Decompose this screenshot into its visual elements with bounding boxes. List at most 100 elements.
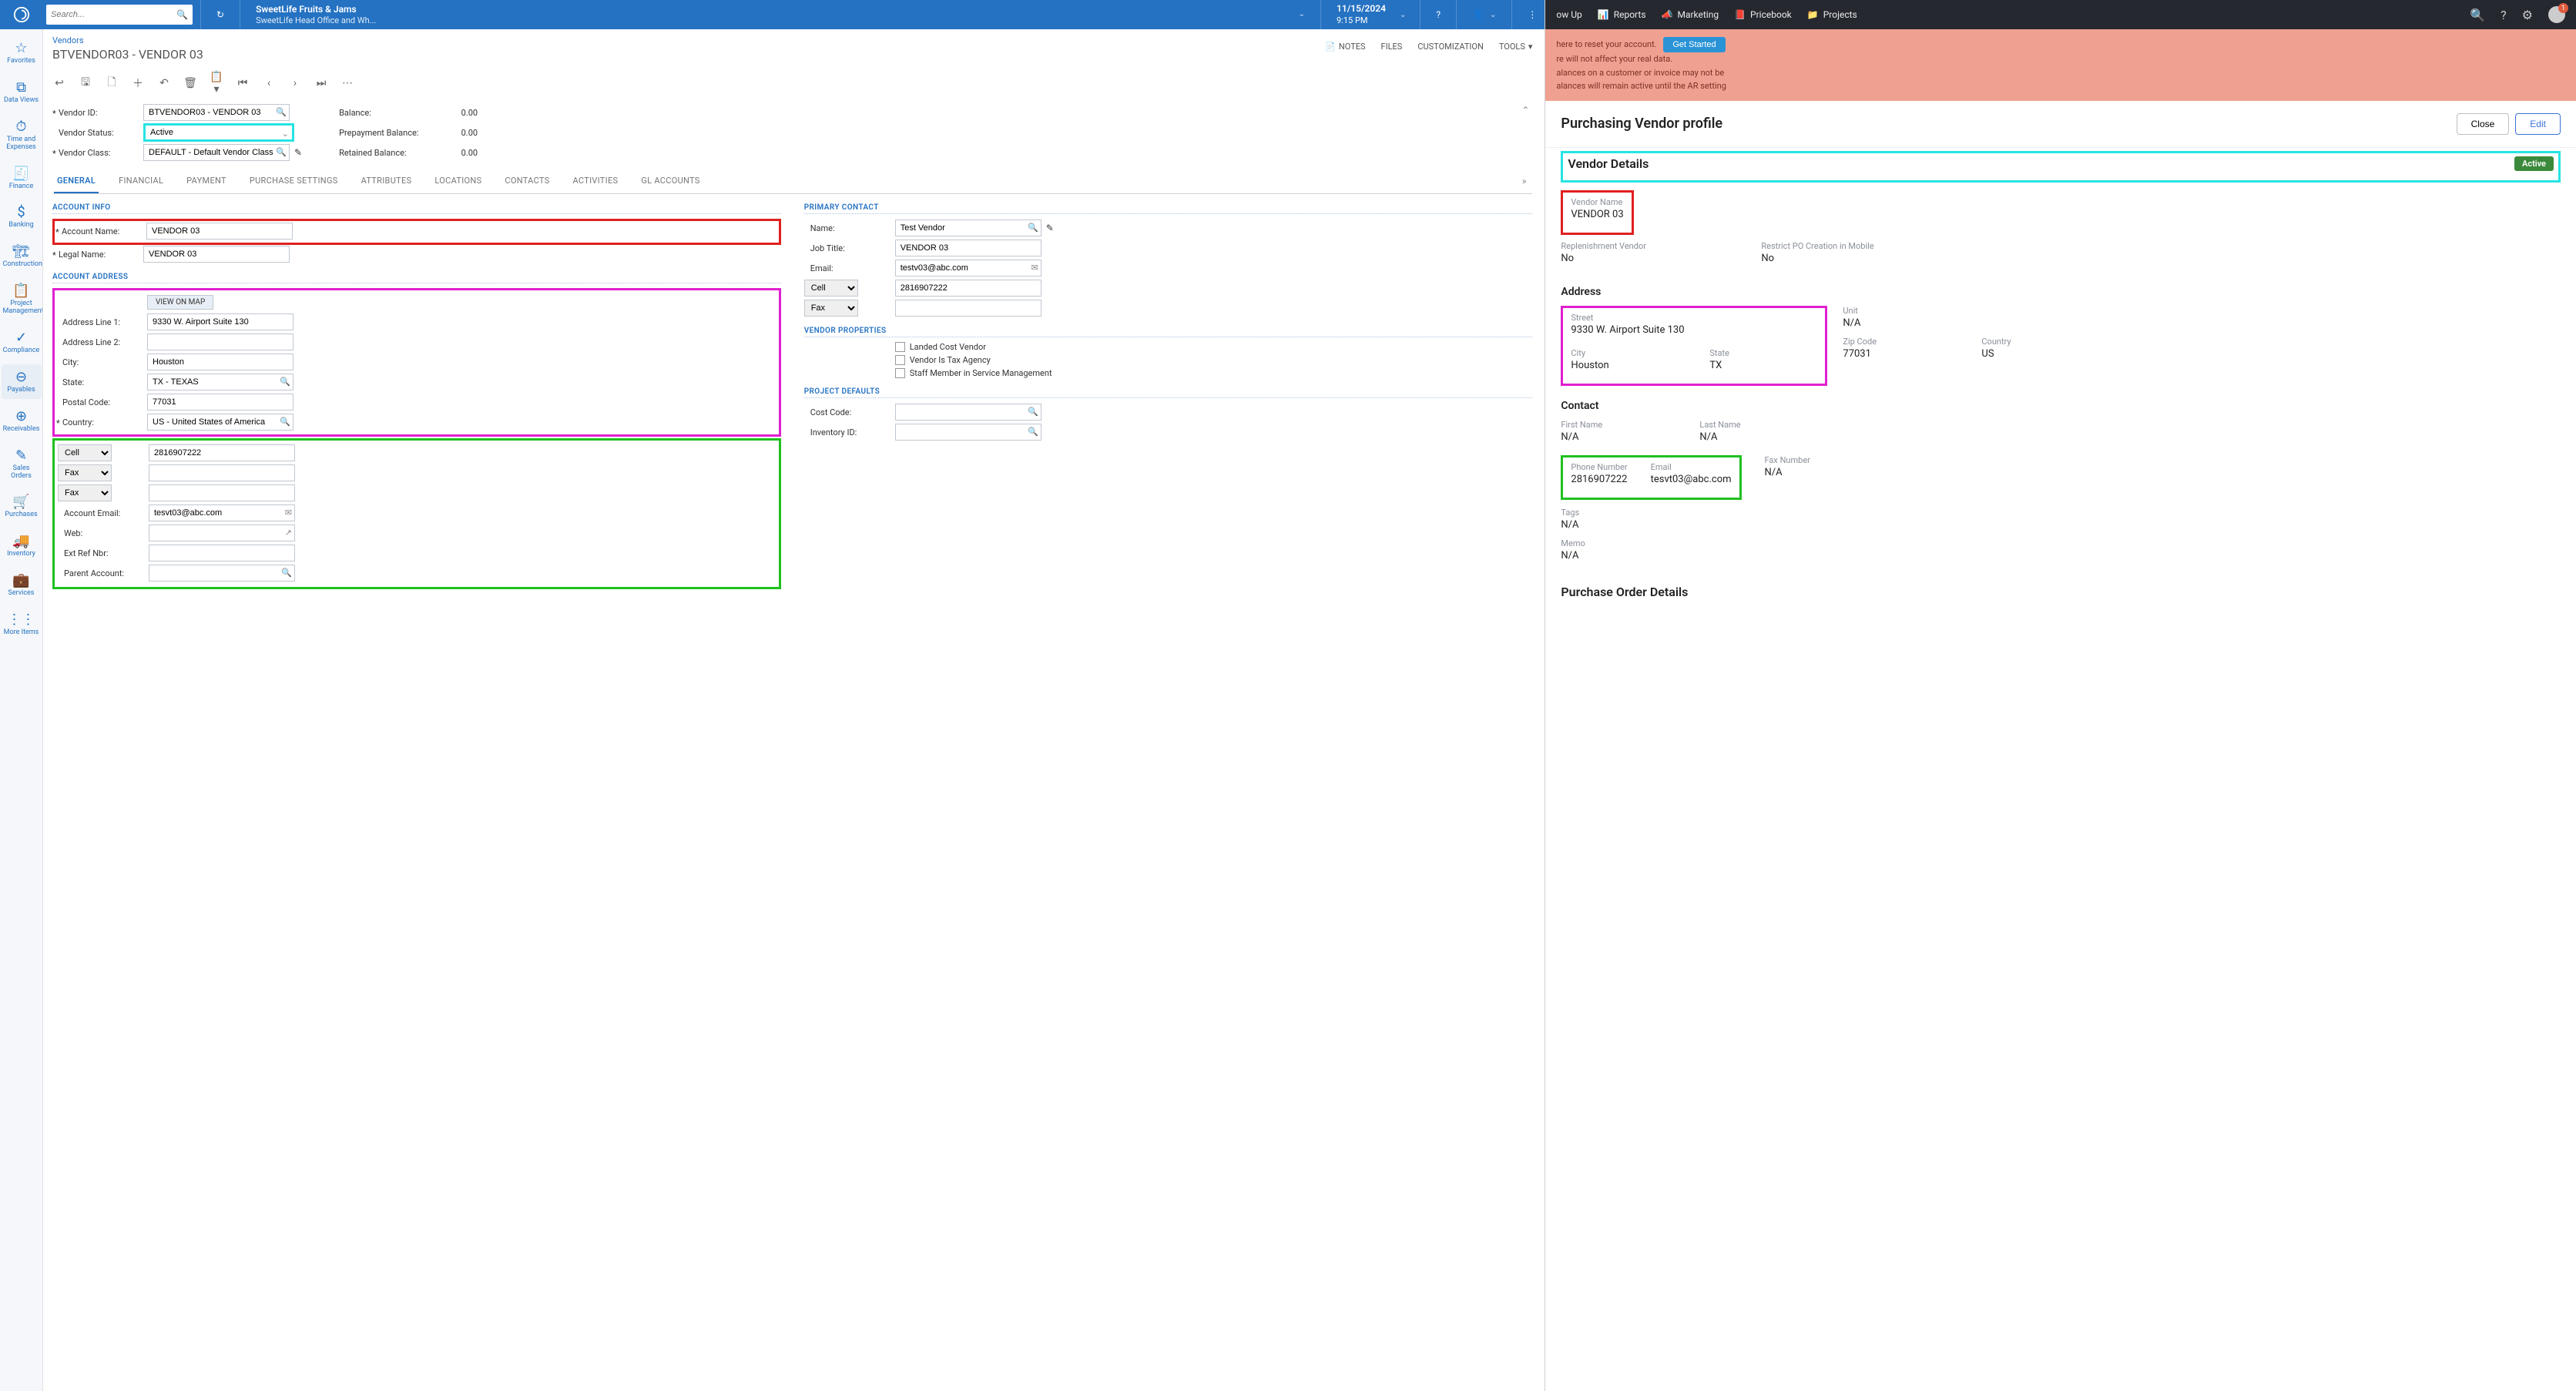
sidebar-item-project-mgmt[interactable]: 📋Project Management bbox=[2, 278, 42, 320]
phone1-input[interactable] bbox=[149, 444, 295, 461]
menu-icon[interactable]: ⋮ bbox=[1520, 0, 1545, 29]
nav-projects[interactable]: 📁Projects bbox=[1807, 9, 1857, 20]
sidebar-item-favorites[interactable]: ☆Favorites bbox=[2, 35, 42, 70]
contact-name-input[interactable] bbox=[895, 220, 1041, 236]
extref-input[interactable] bbox=[149, 545, 295, 561]
legal-name-input[interactable] bbox=[143, 246, 290, 263]
edit-contact-icon[interactable]: ✎ bbox=[1046, 223, 1054, 233]
back-icon[interactable]: ↩ bbox=[52, 77, 66, 89]
country-input[interactable] bbox=[147, 414, 293, 431]
tab-financial[interactable]: FINANCIAL bbox=[116, 169, 166, 193]
cost-code-input[interactable] bbox=[895, 404, 1041, 421]
saveclose-icon[interactable]: 🗋 bbox=[105, 74, 119, 92]
files-link[interactable]: FILES bbox=[1381, 42, 1403, 52]
nav-pricebook[interactable]: 📕Pricebook bbox=[1734, 9, 1792, 20]
state-input[interactable] bbox=[147, 374, 293, 390]
phone3-input[interactable] bbox=[149, 484, 295, 501]
tab-gl-accounts[interactable]: GL ACCOUNTS bbox=[638, 169, 703, 193]
tab-contacts[interactable]: CONTACTS bbox=[501, 169, 552, 193]
vendor-class-input[interactable] bbox=[143, 144, 290, 161]
city-input[interactable] bbox=[147, 354, 293, 370]
sidebar-item-services[interactable]: 💼Services bbox=[2, 568, 42, 602]
sidebar-item-time-expenses[interactable]: ⏱Time and Expenses bbox=[2, 114, 42, 156]
sidebar-item-finance[interactable]: 🧾Finance bbox=[2, 161, 42, 196]
tab-purchase-settings[interactable]: PURCHASE SETTINGS bbox=[247, 169, 341, 193]
new-icon[interactable]: ＋ bbox=[131, 75, 145, 91]
nav-marketing[interactable]: 📣Marketing bbox=[1662, 9, 1719, 20]
parent-account-input[interactable] bbox=[149, 565, 295, 582]
contact-phone1-type[interactable]: Cell bbox=[804, 280, 858, 297]
tabs-overflow-icon[interactable]: » bbox=[1516, 169, 1533, 193]
contact-phone2-input[interactable] bbox=[895, 300, 1041, 317]
collapse-header-icon[interactable]: ⌃ bbox=[1518, 102, 1532, 119]
contact-phone2-type[interactable]: Fax bbox=[804, 300, 858, 317]
sidebar-item-receivables[interactable]: ⊕Receivables bbox=[2, 404, 42, 438]
search-icon[interactable]: 🔍 bbox=[2470, 8, 2485, 22]
sidebar-item-more[interactable]: ⋮⋮More Items bbox=[2, 607, 42, 642]
phone2-type-select[interactable]: Fax bbox=[58, 464, 112, 481]
sidebar-item-compliance[interactable]: ✓Compliance bbox=[2, 325, 42, 360]
search-input[interactable] bbox=[51, 10, 176, 19]
delete-icon[interactable]: 🗑 bbox=[183, 77, 197, 89]
vendor-status-input[interactable] bbox=[146, 126, 292, 139]
edit-button[interactable]: Edit bbox=[2515, 113, 2561, 135]
sidebar-item-purchases[interactable]: 🛒Purchases bbox=[2, 489, 42, 524]
avatar[interactable]: 1 bbox=[2548, 6, 2565, 23]
get-started-button[interactable]: Get Started bbox=[1663, 37, 1725, 52]
global-search[interactable]: 🔍 bbox=[46, 5, 193, 25]
sidebar-item-inventory[interactable]: 🚚Inventory bbox=[2, 528, 42, 563]
first-record-icon[interactable]: ⏮ bbox=[236, 77, 250, 89]
nav-followup[interactable]: ow Up bbox=[1556, 9, 1581, 20]
landed-cost-checkbox[interactable]: Landed Cost Vendor bbox=[895, 342, 1533, 352]
close-button[interactable]: Close bbox=[2457, 113, 2510, 135]
sidebar-item-banking[interactable]: $Banking bbox=[2, 199, 42, 234]
contact-job-input[interactable] bbox=[895, 240, 1041, 256]
tab-locations[interactable]: LOCATIONS bbox=[431, 169, 485, 193]
more-icon[interactable]: ⋯ bbox=[340, 77, 354, 89]
tax-agency-checkbox[interactable]: Vendor Is Tax Agency bbox=[895, 355, 1533, 365]
nav-reports[interactable]: 📊Reports bbox=[1598, 9, 1646, 20]
sidebar-item-sales-orders[interactable]: ✎Sales Orders bbox=[2, 443, 42, 485]
sidebar-item-construction[interactable]: 🏗Construction bbox=[2, 239, 42, 273]
sidebar-item-payables[interactable]: ⊖Payables bbox=[2, 364, 42, 399]
inventory-id-input[interactable] bbox=[895, 424, 1041, 441]
user-icon[interactable]: 👤⌄ bbox=[1464, 0, 1504, 29]
help-icon[interactable]: ? bbox=[1428, 0, 1448, 29]
view-on-map-button[interactable]: VIEW ON MAP bbox=[147, 295, 213, 310]
sidebar-item-data-views[interactable]: ⧉Data Views bbox=[2, 75, 42, 109]
gear-icon[interactable]: ⚙ bbox=[2522, 8, 2533, 22]
vendor-id-input[interactable] bbox=[143, 104, 290, 121]
customization-link[interactable]: CUSTOMIZATION bbox=[1417, 42, 1484, 52]
tools-link[interactable]: TOOLS ▾ bbox=[1499, 42, 1533, 52]
refresh-icon[interactable]: ↻ bbox=[209, 0, 232, 29]
date-selector[interactable]: 11/15/2024 9:15 PM bbox=[1329, 3, 1394, 26]
app-logo[interactable] bbox=[0, 0, 43, 29]
contact-email-input[interactable] bbox=[895, 260, 1041, 277]
clipboard-icon[interactable]: 📋▾ bbox=[210, 71, 223, 96]
phone3-type-select[interactable]: Fax bbox=[58, 484, 112, 501]
breadcrumb[interactable]: Vendors bbox=[52, 35, 1532, 45]
tab-general[interactable]: GENERAL bbox=[54, 169, 99, 193]
account-name-input[interactable] bbox=[146, 223, 293, 240]
save-icon[interactable]: 🖫 bbox=[79, 74, 92, 92]
notes-link[interactable]: 📄 NOTES bbox=[1325, 42, 1365, 52]
web-input[interactable] bbox=[149, 525, 295, 541]
contact-phone1-input[interactable] bbox=[895, 280, 1041, 297]
addr2-input[interactable] bbox=[147, 334, 293, 350]
tab-attributes[interactable]: ATTRIBUTES bbox=[358, 169, 415, 193]
last-record-icon[interactable]: ⏭ bbox=[314, 77, 328, 89]
postal-input[interactable] bbox=[147, 394, 293, 411]
tab-payment[interactable]: PAYMENT bbox=[183, 169, 230, 193]
staff-member-checkbox[interactable]: Staff Member in Service Management bbox=[895, 368, 1533, 378]
phone1-type-select[interactable]: Cell bbox=[58, 444, 112, 461]
addr1-input[interactable] bbox=[147, 313, 293, 330]
next-record-icon[interactable]: › bbox=[288, 77, 302, 89]
account-email-input[interactable] bbox=[149, 504, 295, 521]
phone2-input[interactable] bbox=[149, 464, 295, 481]
undo-icon[interactable]: ↶ bbox=[157, 77, 171, 89]
help-icon[interactable]: ? bbox=[2501, 8, 2507, 22]
tab-activities[interactable]: ACTIVITIES bbox=[569, 169, 621, 193]
prev-record-icon[interactable]: ‹ bbox=[262, 77, 276, 89]
company-selector[interactable]: SweetLife Fruits & Jams SweetLife Head O… bbox=[248, 4, 1313, 25]
edit-class-icon[interactable]: ✎ bbox=[294, 147, 302, 158]
